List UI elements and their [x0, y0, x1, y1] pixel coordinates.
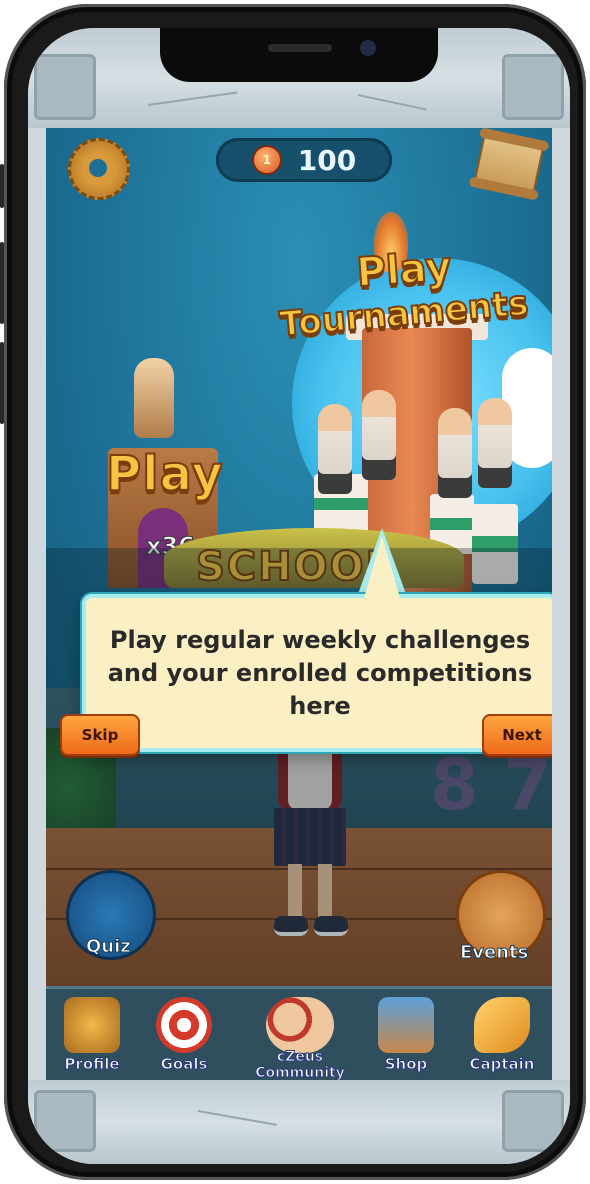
target-icon: [156, 997, 212, 1053]
stone-block: [34, 54, 96, 120]
scroll-map-icon[interactable]: [473, 132, 545, 196]
nav-label: Shop: [384, 1055, 428, 1074]
coin-icon: 1: [251, 145, 282, 175]
notch: [160, 28, 438, 82]
nav-item-community[interactable]: cZeus Community: [252, 989, 348, 1080]
trophy-icon: [64, 997, 120, 1053]
stone-block: [34, 1090, 96, 1152]
bottom-navbar: Profile Goals cZeus Community Shop Capta…: [46, 986, 552, 1080]
nav-label: Goals: [160, 1055, 208, 1074]
currency-value: 100: [297, 143, 357, 177]
skip-button[interactable]: Skip: [60, 714, 140, 756]
nav-label: Captain: [469, 1055, 535, 1074]
phone-frame: 1 100 Play x36 Play Tournaments SCHOOL 8…: [0, 4, 586, 1180]
nav-item-goals[interactable]: Goals: [142, 989, 226, 1080]
stone-block: [502, 54, 564, 120]
events-label: Events: [459, 942, 529, 964]
winged-helmet-icon: [474, 997, 530, 1053]
nav-label: cZeus Community: [255, 1049, 346, 1081]
nav-label: Profile: [64, 1055, 120, 1074]
stone-block: [502, 1090, 564, 1152]
stone-crack: [197, 1110, 277, 1126]
currency-counter[interactable]: 1 100: [216, 138, 392, 182]
warrior-figure: [318, 404, 352, 494]
nav-item-profile[interactable]: Profile: [50, 989, 134, 1080]
warrior-figure: [362, 390, 396, 480]
warrior-statue: [134, 358, 174, 438]
stone-border-bottom: [28, 1080, 570, 1164]
next-button[interactable]: Next: [482, 714, 552, 756]
nav-item-captain[interactable]: Captain: [460, 989, 544, 1080]
play-sign: Play: [105, 445, 224, 503]
gear-icon[interactable]: [68, 138, 130, 200]
volume-down-button: [0, 342, 4, 424]
game-view: 1 100 Play x36 Play Tournaments SCHOOL 8…: [46, 128, 552, 1080]
nav-item-shop[interactable]: Shop: [364, 989, 448, 1080]
screen: 1 100 Play x36 Play Tournaments SCHOOL 8…: [28, 28, 570, 1164]
stone-crack: [357, 94, 427, 111]
quiz-label: Quiz: [86, 936, 132, 958]
play-tournaments-sign[interactable]: Play Tournaments: [274, 243, 534, 346]
shop-icon: [378, 997, 434, 1053]
speaker: [268, 44, 332, 52]
front-camera: [360, 40, 376, 56]
warrior-figure: [438, 408, 472, 498]
community-icon: [266, 997, 334, 1053]
volume-up-button: [0, 242, 4, 324]
stone-crack: [147, 91, 238, 106]
mute-switch: [0, 164, 4, 208]
tooltip-text: Play regular weekly challenges and your …: [107, 626, 533, 720]
warrior-figure: [478, 398, 512, 488]
tooltip-pointer-fill: [364, 536, 400, 598]
